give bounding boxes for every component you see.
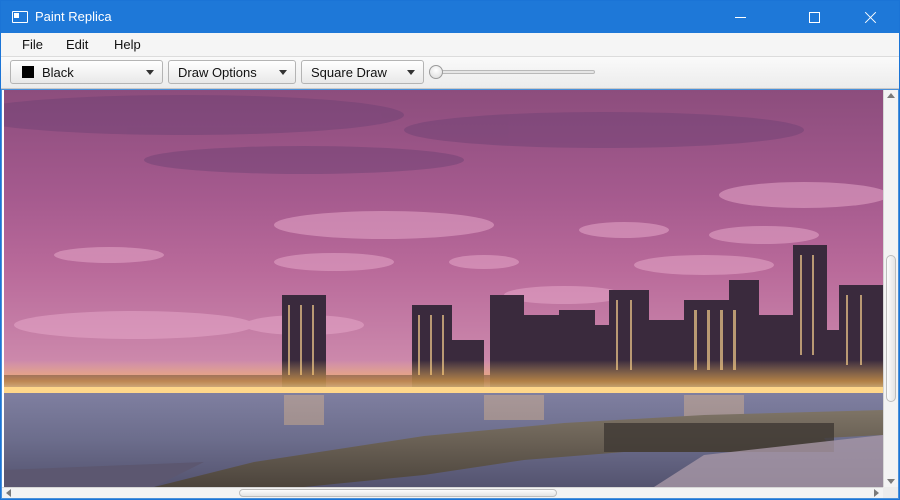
horizontal-scroll-thumb[interactable]: [239, 489, 557, 497]
canvas-scroll-pane: [1, 89, 899, 499]
close-button[interactable]: [847, 1, 893, 33]
minimize-icon: [734, 16, 746, 18]
scroll-up-icon[interactable]: [887, 93, 895, 98]
draw-options-select[interactable]: Draw Options: [168, 60, 296, 84]
color-select-value: Black: [42, 64, 74, 80]
menu-bar: File Edit Help: [1, 33, 899, 57]
shape-select-value: Square Draw: [311, 64, 387, 80]
vertical-scroll-thumb[interactable]: [886, 255, 896, 402]
scroll-down-icon[interactable]: [887, 479, 895, 484]
close-icon: [864, 11, 877, 24]
chevron-down-icon: [279, 70, 287, 75]
color-swatch: [22, 66, 34, 78]
minimize-button[interactable]: [717, 1, 763, 33]
slider-thumb[interactable]: [429, 65, 443, 79]
city-skyline-image: [4, 90, 883, 487]
maximize-icon: [808, 11, 820, 23]
scroll-left-icon[interactable]: [6, 489, 11, 497]
menu-help[interactable]: Help: [114, 37, 141, 52]
scroll-right-icon[interactable]: [874, 489, 879, 497]
brush-size-slider[interactable]: [429, 65, 597, 79]
color-select[interactable]: Black: [10, 60, 163, 84]
slider-track[interactable]: [431, 70, 595, 74]
horizontal-scrollbar[interactable]: [2, 487, 883, 498]
maximize-button[interactable]: [791, 1, 837, 33]
toolbar: Black Draw Options Square Draw: [1, 57, 899, 89]
app-window: Paint Replica File Edit Help Black Draw …: [0, 0, 900, 500]
menu-file[interactable]: File: [22, 37, 43, 52]
scrollbar-corner: [883, 487, 898, 498]
window-title: Paint Replica: [35, 9, 112, 24]
title-bar[interactable]: Paint Replica: [1, 1, 899, 33]
app-window-icon: [12, 11, 28, 23]
shape-select[interactable]: Square Draw: [301, 60, 424, 84]
chevron-down-icon: [407, 70, 415, 75]
vertical-scrollbar[interactable]: [883, 90, 898, 487]
chevron-down-icon: [146, 70, 154, 75]
drawing-canvas[interactable]: [4, 90, 883, 487]
draw-options-value: Draw Options: [178, 64, 257, 80]
menu-edit[interactable]: Edit: [66, 37, 88, 52]
